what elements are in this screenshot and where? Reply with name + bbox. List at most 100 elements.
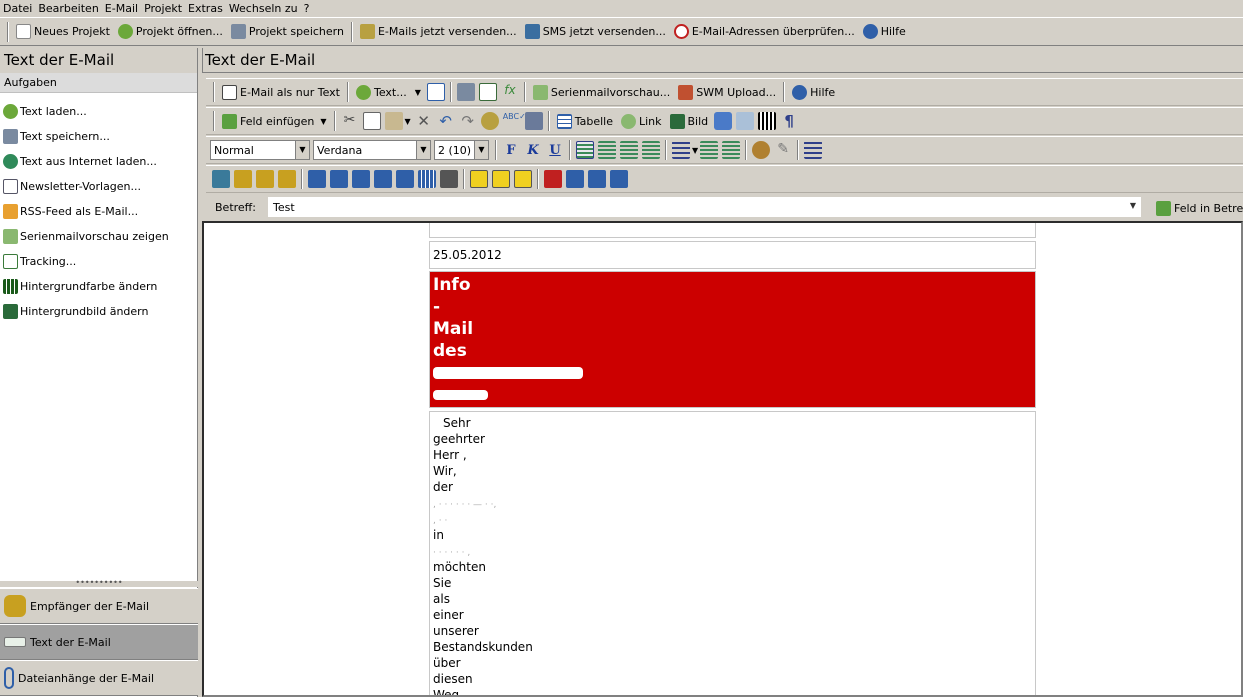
find-icon[interactable] (480, 112, 499, 130)
menu-email[interactable]: E-Mail (105, 2, 144, 15)
highlight-icon[interactable] (752, 141, 771, 159)
horizontal-rule-icon[interactable] (804, 141, 823, 159)
new-project-button[interactable]: Neues Projekt (12, 21, 114, 43)
field-in-subject-button[interactable]: Feld in Betref (1152, 198, 1243, 218)
row-properties-icon[interactable] (256, 170, 274, 188)
splitter-grip[interactable]: •••••••••• (0, 579, 198, 587)
task-tracking[interactable]: Tracking... (0, 249, 197, 274)
function-icon[interactable]: fx (501, 83, 519, 101)
floppy-disk-icon (3, 129, 18, 144)
check-emails-button[interactable]: E-Mail-Adressen überprüfen... (670, 21, 859, 43)
table-color-icon[interactable] (514, 170, 532, 188)
menu-datei[interactable]: Datei (3, 2, 38, 15)
task-load-text[interactable]: Text laden... (0, 99, 197, 124)
undo-icon[interactable]: ↶ (437, 112, 455, 130)
style-select[interactable]: Normal ▼ (210, 140, 310, 160)
chevron-down-icon[interactable]: ▼ (692, 146, 698, 155)
delete-row-icon[interactable] (544, 170, 562, 188)
menu-help[interactable]: ? (304, 2, 316, 15)
chevron-down-icon[interactable]: ▼ (405, 117, 411, 126)
source-view-icon[interactable] (426, 83, 445, 101)
delete-cell-icon[interactable] (588, 170, 606, 188)
bullet-list-icon[interactable] (672, 141, 690, 159)
nav-attachments[interactable]: Dateianhänge der E-Mail (0, 660, 198, 696)
template-icon (3, 179, 18, 194)
outdent-icon[interactable] (722, 141, 741, 159)
pen-icon[interactable]: ✎ (774, 141, 792, 159)
menu-projekt[interactable]: Projekt (144, 2, 188, 15)
spellcheck-icon[interactable]: ABC✓ (503, 112, 526, 130)
task-newsletter-templates[interactable]: Newsletter-Vorlagen... (0, 174, 197, 199)
column-properties-icon[interactable] (278, 170, 296, 188)
table-properties-icon[interactable] (212, 170, 230, 188)
align-center-icon[interactable] (598, 141, 616, 159)
task-show-preview[interactable]: Serienmailvorschau zeigen (0, 224, 197, 249)
menu-bearbeiten[interactable]: Bearbeiten (38, 2, 104, 15)
task-rss-feed[interactable]: RSS-Feed als E-Mail... (0, 199, 197, 224)
date-cell[interactable]: 25.05.2012 (429, 241, 1036, 269)
menu-extras[interactable]: Extras (188, 2, 229, 15)
body-cell[interactable]: Sehr geehrter Herr , Wir, der , · · · · … (429, 411, 1036, 695)
text-icon (356, 84, 371, 100)
chevron-down-icon[interactable]: ▼ (1130, 201, 1136, 213)
swm-upload-button[interactable]: SWM Upload... (674, 81, 780, 103)
copy-icon[interactable] (362, 112, 381, 130)
header-cell[interactable]: Info - Mail des (429, 271, 1036, 408)
bold-button[interactable]: F (502, 143, 520, 158)
save-project-button[interactable]: Projekt speichern (227, 21, 348, 43)
underline-button[interactable]: U (546, 143, 564, 158)
delete-icon[interactable]: ✕ (415, 112, 433, 130)
send-emails-button[interactable]: E-Mails jetzt versenden... (356, 21, 521, 43)
paste-icon[interactable] (384, 112, 403, 130)
cell-properties-icon[interactable] (234, 170, 252, 188)
send-sms-button[interactable]: SMS jetzt versenden... (521, 21, 670, 43)
table-button[interactable]: Tabelle (553, 110, 617, 132)
font-select[interactable]: Verdana ▼ (313, 140, 431, 160)
task-save-text[interactable]: Text speichern... (0, 124, 197, 149)
tools-icon[interactable] (524, 112, 543, 130)
italic-button[interactable]: K (524, 143, 542, 158)
text-menu-button[interactable]: Text... ▼ (352, 81, 425, 103)
merge-cells-icon[interactable] (418, 170, 436, 188)
insert-field-button[interactable]: Feld einfügen ▼ (218, 110, 331, 132)
image-button[interactable]: Bild (666, 110, 713, 132)
help-button[interactable]: Hilfe (859, 21, 910, 43)
insert-row-below-icon[interactable] (330, 170, 348, 188)
like-icon[interactable] (714, 112, 733, 130)
cell-color-icon[interactable] (470, 170, 488, 188)
mail-preview-button[interactable]: Serienmailvorschau... (529, 81, 674, 103)
chart-icon[interactable] (478, 83, 497, 101)
split-cell-icon[interactable] (440, 170, 458, 188)
qr-code-icon[interactable] (758, 112, 777, 130)
cut-icon[interactable]: ✂ (341, 112, 359, 130)
delete-column-icon[interactable] (566, 170, 584, 188)
open-project-button[interactable]: Projekt öffnen... (114, 21, 227, 43)
align-justify-icon[interactable] (642, 141, 660, 159)
nav-recipients[interactable]: Empfänger der E-Mail (0, 588, 198, 624)
insert-column-left-icon[interactable] (352, 170, 370, 188)
task-load-from-internet[interactable]: Text aus Internet laden... (0, 149, 197, 174)
menu-wechseln-zu[interactable]: Wechseln zu (229, 2, 304, 15)
task-background-image[interactable]: Hintergrundbild ändern (0, 299, 197, 324)
insert-cell-icon[interactable] (396, 170, 414, 188)
html-editor[interactable]: 25.05.2012 Info - Mail des Sehr geehrter… (202, 221, 1243, 697)
size-select[interactable]: 2 (10) ▼ (434, 140, 489, 160)
link-button[interactable]: Link (617, 110, 666, 132)
align-left-icon[interactable] (576, 141, 594, 159)
nav-email-text[interactable]: Text der E-Mail (0, 624, 198, 660)
row-color-icon[interactable] (492, 170, 510, 188)
pilcrow-icon[interactable]: ¶ (780, 112, 798, 130)
task-background-color[interactable]: Hintergrundfarbe ändern (0, 274, 197, 299)
indent-icon[interactable] (700, 141, 719, 159)
plain-text-button[interactable]: E-Mail als nur Text (218, 81, 344, 103)
redo-icon[interactable]: ↷ (459, 112, 477, 130)
empty-cell[interactable] (429, 223, 1036, 238)
delete-table-icon[interactable] (610, 170, 628, 188)
insert-row-above-icon[interactable] (308, 170, 326, 188)
editor-help-button[interactable]: Hilfe (788, 81, 839, 103)
subject-input[interactable]: Test ▼ (268, 197, 1141, 217)
print-icon[interactable] (456, 83, 475, 101)
insert-column-right-icon[interactable] (374, 170, 392, 188)
social-icon[interactable] (736, 112, 755, 130)
align-right-icon[interactable] (620, 141, 638, 159)
